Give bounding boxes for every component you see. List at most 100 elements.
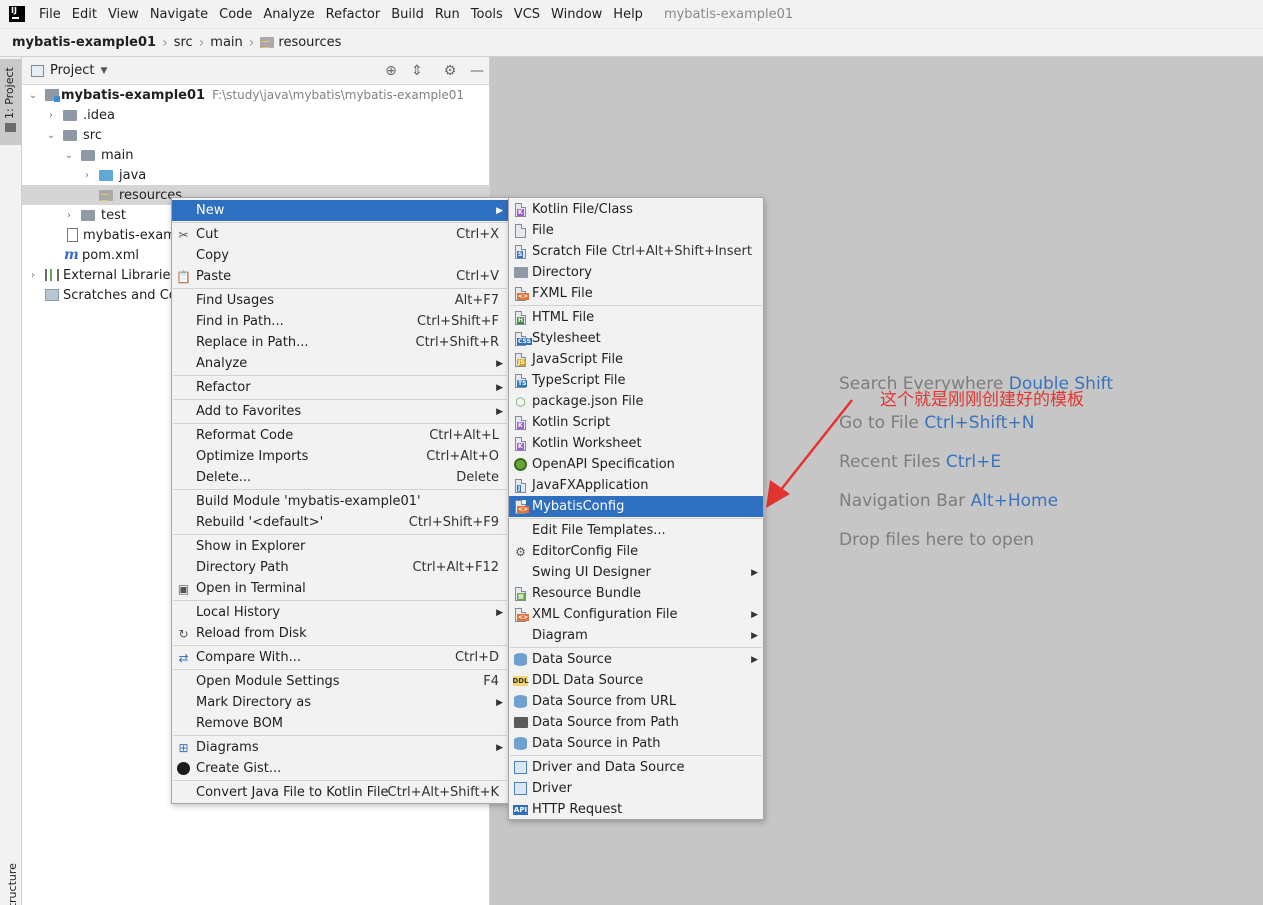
menu-refactor[interactable]: Refactor — [322, 0, 385, 29]
menu-item-open-module-settings[interactable]: Open Module Settings F4 — [172, 671, 508, 692]
menu-code[interactable]: Code — [215, 0, 256, 29]
menu-item-compare-with[interactable]: ⇄ Compare With... Ctrl+D — [172, 647, 508, 668]
submenu-item-kotlin-worksheet[interactable]: K Kotlin Worksheet — [509, 433, 763, 454]
chevron-down-icon[interactable]: ⌄ — [63, 150, 75, 161]
submenu-item-openapi-specification[interactable]: OpenAPI Specification — [509, 454, 763, 475]
menu-item-delete[interactable]: Delete... Delete — [172, 467, 508, 488]
submenu-item-typescript-file[interactable]: TS TypeScript File — [509, 370, 763, 391]
breadcrumb-item-project[interactable]: mybatis-example01 — [12, 35, 156, 50]
breadcrumb-item-main[interactable]: main — [210, 35, 242, 50]
source-folder-icon — [99, 169, 113, 181]
menu-item-label: JavaFXApplication — [532, 478, 649, 493]
submenu-item-data-source-in-path[interactable]: Data Source in Path — [509, 733, 763, 754]
submenu-item-edit-file-templates[interactable]: Edit File Templates... — [509, 520, 763, 541]
menu-item-local-history[interactable]: Local History ▶ — [172, 602, 508, 623]
submenu-item-javascript-file[interactable]: JS JavaScript File — [509, 349, 763, 370]
menu-analyze[interactable]: Analyze — [259, 0, 318, 29]
menu-separator — [510, 305, 762, 306]
submenu-item-data-source-from-url[interactable]: Data Source from URL — [509, 691, 763, 712]
menu-vcs[interactable]: VCS — [510, 0, 544, 29]
submenu-item-ddl-data-source[interactable]: DDL DDL Data Source — [509, 670, 763, 691]
menu-item-optimize-imports[interactable]: Optimize Imports Ctrl+Alt+O — [172, 446, 508, 467]
tree-item-src[interactable]: ⌄ src — [22, 125, 490, 145]
menu-item-copy[interactable]: Copy — [172, 245, 508, 266]
submenu-item-http-request[interactable]: API HTTP Request — [509, 799, 763, 820]
menu-item-mark-directory-as[interactable]: Mark Directory as ▶ — [172, 692, 508, 713]
tree-item-idea[interactable]: › .idea — [22, 105, 490, 125]
submenu-item-swing-ui-designer[interactable]: Swing UI Designer ▶ — [509, 562, 763, 583]
submenu-item-scratch-file[interactable]: S Scratch File Ctrl+Alt+Shift+Insert — [509, 241, 763, 262]
submenu-item-stylesheet[interactable]: CSS Stylesheet — [509, 328, 763, 349]
annotation-text: 这个就是刚刚创建好的模板 — [880, 390, 1084, 410]
submenu-item-fxml-file[interactable]: <> FXML File — [509, 283, 763, 304]
menu-navigate[interactable]: Navigate — [146, 0, 212, 29]
submenu-item-driver-and-data-source[interactable]: Driver and Data Source — [509, 757, 763, 778]
chevron-right-icon[interactable]: › — [45, 110, 57, 121]
menu-item-reformat-code[interactable]: Reformat Code Ctrl+Alt+L — [172, 425, 508, 446]
submenu-item-javafx-application[interactable]: J JavaFXApplication — [509, 475, 763, 496]
submenu-item-diagram[interactable]: Diagram ▶ — [509, 625, 763, 646]
collapse-all-icon[interactable]: ⇕ — [409, 63, 425, 79]
submenu-item-package-json-file[interactable]: ⬡ package.json File — [509, 391, 763, 412]
submenu-item-data-source-from-path[interactable]: Data Source from Path — [509, 712, 763, 733]
submenu-item-kotlin-file-class[interactable]: K Kotlin File/Class — [509, 199, 763, 220]
menu-build[interactable]: Build — [387, 0, 428, 29]
locate-file-icon[interactable]: ⊕ — [383, 63, 399, 79]
menu-item-find-in-path[interactable]: Find in Path... Ctrl+Shift+F — [172, 311, 508, 332]
menu-item-new[interactable]: New ▶ — [172, 200, 508, 221]
breadcrumb-item-src[interactable]: src — [174, 35, 193, 50]
menu-tools[interactable]: Tools — [467, 0, 507, 29]
tree-item-main[interactable]: ⌄ main — [22, 145, 490, 165]
menu-item-replace-in-path[interactable]: Replace in Path... Ctrl+Shift+R — [172, 332, 508, 353]
submenu-item-kotlin-script[interactable]: K Kotlin Script — [509, 412, 763, 433]
project-view-selector[interactable]: Project — [50, 63, 94, 78]
menu-item-show-in-explorer[interactable]: Show in Explorer — [172, 536, 508, 557]
chevron-down-icon[interactable]: ⌄ — [27, 90, 39, 101]
chevron-down-icon[interactable]: ⌄ — [45, 130, 57, 141]
menu-edit[interactable]: Edit — [68, 0, 101, 29]
chevron-right-icon[interactable]: › — [27, 270, 39, 281]
submenu-item-directory[interactable]: Directory — [509, 262, 763, 283]
chevron-right-icon[interactable]: › — [63, 210, 75, 221]
submenu-item-xml-configuration-file[interactable]: <> XML Configuration File ▶ — [509, 604, 763, 625]
gear-icon[interactable]: ⚙ — [442, 63, 458, 79]
menu-view[interactable]: View — [104, 0, 143, 29]
chevron-down-icon[interactable]: ▼ — [100, 66, 107, 76]
submenu-item-editorconfig-file[interactable]: ⚙ EditorConfig File — [509, 541, 763, 562]
tree-item-project-root[interactable]: ⌄ mybatis-example01 F:\study\java\mybati… — [22, 85, 490, 105]
submenu-item-mybatis-config[interactable]: <> MybatisConfig — [509, 496, 763, 517]
tree-item-java[interactable]: › java — [22, 165, 490, 185]
menu-item-diagrams[interactable]: ⊞ Diagrams ▶ — [172, 737, 508, 758]
menu-item-remove-bom[interactable]: Remove BOM — [172, 713, 508, 734]
submenu-item-resource-bundle[interactable]: ▦ Resource Bundle — [509, 583, 763, 604]
submenu-item-driver[interactable]: Driver — [509, 778, 763, 799]
breadcrumb-item-resources[interactable]: resources — [278, 35, 341, 50]
menu-item-build-module[interactable]: Build Module 'mybatis-example01' — [172, 491, 508, 512]
menu-item-reload-from-disk[interactable]: ↻ Reload from Disk — [172, 623, 508, 644]
chevron-right-icon[interactable]: › — [81, 170, 93, 181]
menu-item-analyze[interactable]: Analyze ▶ — [172, 353, 508, 374]
project-tool-tab[interactable]: 1: Project — [0, 59, 21, 145]
minimize-icon[interactable]: — — [469, 63, 485, 79]
menu-item-cut[interactable]: ✂ Cut Ctrl+X — [172, 224, 508, 245]
submenu-item-data-source[interactable]: Data Source ▶ — [509, 649, 763, 670]
menu-file[interactable]: File — [35, 0, 65, 29]
hint-shortcut: Alt+Home — [970, 491, 1059, 511]
menu-run[interactable]: Run — [431, 0, 464, 29]
menu-item-open-in-terminal[interactable]: ▣ Open in Terminal — [172, 578, 508, 599]
menu-window[interactable]: Window — [547, 0, 606, 29]
structure-tool-tab[interactable]: Z: Structure — [6, 863, 19, 905]
menu-item-convert-java-to-kotlin[interactable]: Convert Java File to Kotlin File Ctrl+Al… — [172, 782, 508, 803]
menu-item-create-gist[interactable]: Create Gist... — [172, 758, 508, 779]
intellij-logo-icon — [9, 6, 25, 22]
menu-item-refactor[interactable]: Refactor ▶ — [172, 377, 508, 398]
menu-item-rebuild[interactable]: Rebuild '<default>' Ctrl+Shift+F9 — [172, 512, 508, 533]
menu-item-label: Compare With... — [196, 650, 302, 665]
menu-item-find-usages[interactable]: Find Usages Alt+F7 — [172, 290, 508, 311]
menu-item-add-to-favorites[interactable]: Add to Favorites ▶ — [172, 401, 508, 422]
submenu-item-html-file[interactable]: H HTML File — [509, 307, 763, 328]
submenu-item-file[interactable]: File — [509, 220, 763, 241]
menu-item-paste[interactable]: 📋 Paste Ctrl+V — [172, 266, 508, 287]
menu-item-directory-path[interactable]: Directory Path Ctrl+Alt+F12 — [172, 557, 508, 578]
menu-help[interactable]: Help — [609, 0, 647, 29]
